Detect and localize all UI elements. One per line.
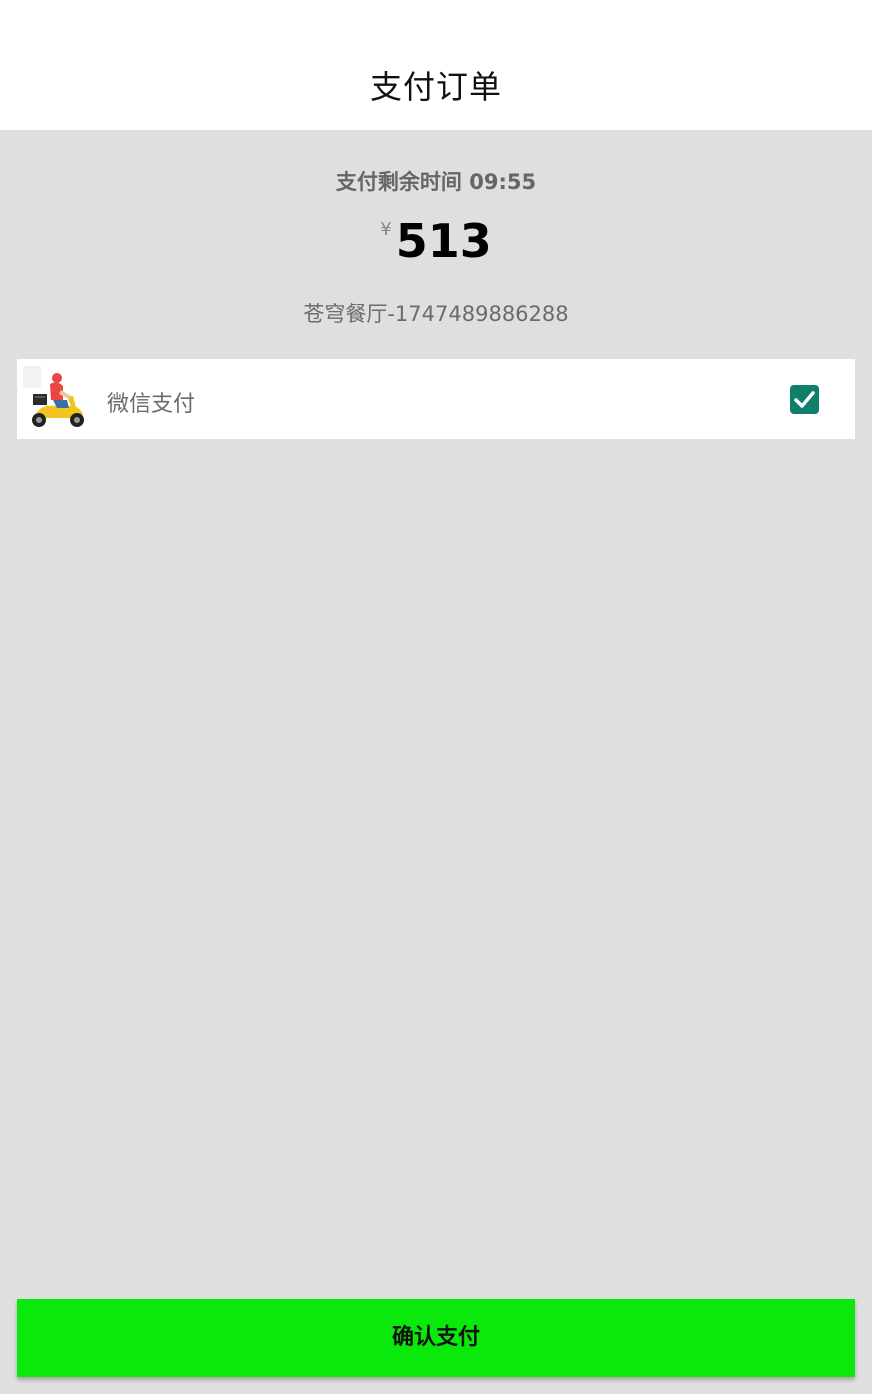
payment-option-label: 微信支付 [107, 392, 196, 417]
order-reference: 苍穹餐厅-1747489886288 [303, 302, 569, 326]
scooter-courier-icon [23, 366, 87, 430]
confirm-payment-button[interactable]: 确认支付 [17, 1299, 855, 1377]
checkmark-icon [794, 391, 815, 408]
confirm-payment-label: 确认支付 [391, 1325, 480, 1350]
currency-symbol: ¥ [380, 219, 392, 240]
amount-value: 513 [395, 214, 492, 268]
countdown-timer: 支付剩余时间 09:55 [335, 170, 537, 194]
page-title: 支付订单 [369, 68, 502, 106]
top-bar: 支付订单 [0, 0, 872, 130]
amount-display: ¥513 [0, 218, 872, 264]
payment-option-wechat[interactable]: 微信支付 [17, 359, 855, 439]
payment-summary: 支付剩余时间 09:55 ¥513 苍穹餐厅-1747489886288 [0, 130, 872, 350]
payment-option-checkbox[interactable] [790, 385, 819, 414]
